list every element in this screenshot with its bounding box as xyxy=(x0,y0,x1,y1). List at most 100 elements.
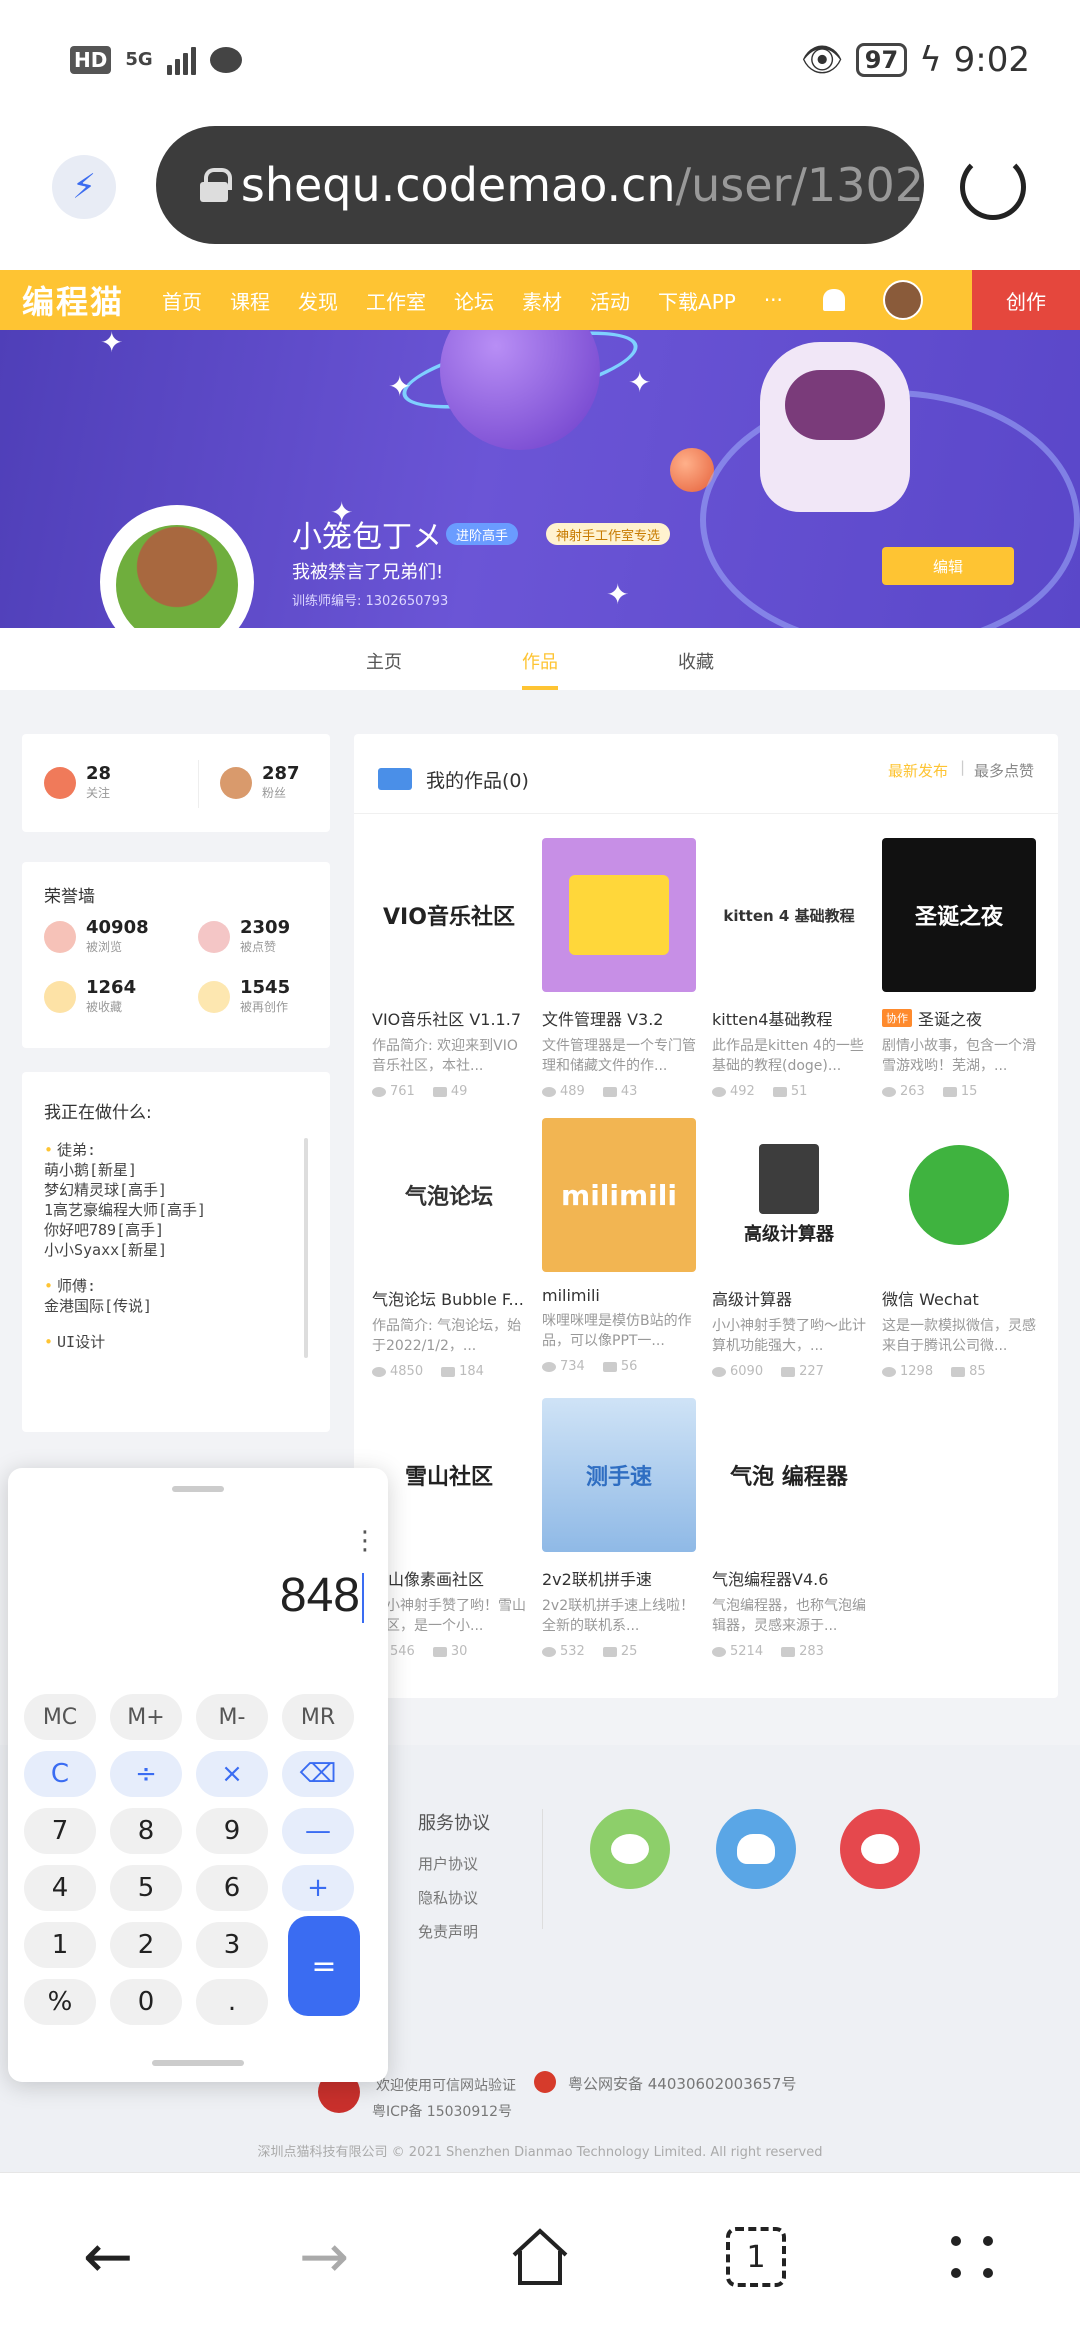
mc-key[interactable]: MC xyxy=(24,1694,96,1740)
eye-icon xyxy=(712,1646,726,1657)
key-0[interactable]: 0 xyxy=(110,1979,182,2025)
icp-record[interactable]: 粤ICP备 15030912号 xyxy=(372,2101,512,2121)
qq-icon[interactable] xyxy=(716,1809,796,1889)
sort-most-liked-button[interactable]: 最多点赞 xyxy=(974,760,1034,781)
decimal-key[interactable]: . xyxy=(196,1979,268,2025)
key-5[interactable]: 5 xyxy=(110,1865,182,1911)
work-desc: 这是一款模拟微信，灵感来自于腾讯公司微... xyxy=(882,1318,1036,1354)
edit-profile-button[interactable]: 编辑 xyxy=(882,547,1014,585)
folder-icon xyxy=(569,875,669,955)
key-6[interactable]: 6 xyxy=(196,1865,268,1911)
work-card[interactable]: 微信 Wechat 这是一款模拟微信，灵感来自于腾讯公司微... 1298 85 xyxy=(882,1118,1036,1379)
disclaimer-link[interactable]: 免责声明 xyxy=(418,1921,478,1942)
user-agreement-link[interactable]: 用户协议 xyxy=(418,1853,478,1874)
key-8[interactable]: 8 xyxy=(110,1808,182,1854)
thumbnail-text: 气泡论坛 xyxy=(404,1185,493,1210)
nav-avatar[interactable] xyxy=(882,280,923,320)
work-title: VIO音乐社区 V1.1.7 xyxy=(372,1010,522,1029)
nav-discover[interactable]: 发现 xyxy=(298,286,338,315)
m-minus-key[interactable]: M- xyxy=(196,1694,268,1740)
tab-count: 1 xyxy=(726,2227,786,2287)
create-button[interactable]: 创作 xyxy=(972,270,1080,330)
doing-scrollbar[interactable] xyxy=(304,1138,308,1358)
work-card[interactable]: 气泡论坛 气泡论坛 Bubble F... 作品简介: 气泡论坛，始于2022/… xyxy=(372,1118,526,1379)
work-card[interactable]: milimili milimili 咪哩咪哩是模仿B站的作品，可以像PPT一..… xyxy=(542,1118,696,1374)
work-card[interactable]: 圣诞之夜 协作 圣诞之夜 剧情小故事，包含一个滑雪游戏哟！芜湖，... 263 15 xyxy=(882,838,1036,1099)
equals-key[interactable]: = xyxy=(288,1916,360,2016)
work-card[interactable]: 文件管理器 V3.2 文件管理器是一个专门管理和储藏文件的作... 489 43 xyxy=(542,838,696,1099)
mr-key[interactable]: MR xyxy=(282,1694,354,1740)
m-plus-key[interactable]: M+ xyxy=(110,1694,182,1740)
nav-download-app[interactable]: 下载APP xyxy=(658,286,736,315)
nav-assets[interactable]: 素材 xyxy=(522,286,562,315)
thumbnail-text: milimili xyxy=(561,1178,677,1212)
star-icon: ✦ xyxy=(100,330,124,359)
minus-key[interactable]: — xyxy=(282,1808,354,1854)
trusted-site-text[interactable]: 欢迎使用可信网站验证 xyxy=(376,2075,516,2095)
work-card[interactable]: VIO音乐社区 VIO音乐社区 V1.1.7 作品简介: 欢迎来到VIO音乐社区… xyxy=(372,838,526,1099)
menu-dots-icon[interactable] xyxy=(936,2221,1008,2293)
tab-works[interactable]: 作品 xyxy=(522,648,558,674)
key-3[interactable]: 3 xyxy=(196,1922,268,1968)
dots-glyph xyxy=(951,2236,993,2278)
eye-icon xyxy=(712,1366,726,1377)
sort-newest-button[interactable]: 最新发布 xyxy=(888,760,948,781)
clear-key[interactable]: C xyxy=(24,1751,96,1797)
key-1[interactable]: 1 xyxy=(24,1922,96,1968)
police-record[interactable]: 粤公网安备 44030602003657号 xyxy=(568,2073,796,2094)
work-card[interactable]: 高级计算器 高级计算器 小小神射手赞了哟～此计算机功能强大，... 6090 22… xyxy=(712,1118,866,1379)
collab-tag: 协作 xyxy=(882,1009,912,1027)
calculator-display[interactable]: 848 xyxy=(280,1568,364,1624)
nav-forum[interactable]: 论坛 xyxy=(454,286,494,315)
work-card[interactable]: 气泡 编程器 气泡编程器V4.6 气泡编程器，也称气泡编辑器，灵感来源于... … xyxy=(712,1398,866,1659)
nav-home[interactable]: 首页 xyxy=(162,286,202,315)
wechat-icon[interactable] xyxy=(590,1809,670,1889)
privacy-agreement-link[interactable]: 隐私协议 xyxy=(418,1887,478,1908)
work-card[interactable]: 测手速 2v2联机拼手速 2v2联机拼手速上线啦！全新的联机系... 532 25 xyxy=(542,1398,696,1659)
tab-favorites[interactable]: 收藏 xyxy=(678,648,714,674)
police-badge-icon xyxy=(534,2071,556,2093)
home-icon[interactable] xyxy=(504,2221,576,2293)
nav-studio[interactable]: 工作室 xyxy=(366,286,426,315)
work-stats: 492 51 xyxy=(712,1084,866,1099)
doing-line: 小小Syaxx[新星] xyxy=(44,1241,168,1259)
like-hand-icon xyxy=(198,920,230,953)
more-options-icon[interactable]: ⋮ xyxy=(352,1526,378,1556)
weibo-glyph xyxy=(861,1834,899,1864)
nav-events[interactable]: 活动 xyxy=(590,286,630,315)
work-card[interactable]: 雪山社区 雪山像素画社区 小小神射手赞了哟！雪山社区，是一个小... 546 30 xyxy=(372,1398,526,1659)
key-2[interactable]: 2 xyxy=(110,1922,182,1968)
tabs-icon[interactable]: 1 xyxy=(720,2221,792,2293)
work-thumbnail: kitten 4 基础教程 xyxy=(712,838,866,992)
following-stat[interactable]: 28 关注 xyxy=(44,764,111,801)
thumb-up-icon xyxy=(772,1086,787,1097)
plus-key[interactable]: + xyxy=(282,1865,354,1911)
divide-key[interactable]: ÷ xyxy=(110,1751,182,1797)
forward-arrow-icon[interactable]: → xyxy=(288,2221,360,2293)
drag-handle[interactable] xyxy=(172,1486,224,1492)
multiply-key[interactable]: × xyxy=(196,1751,268,1797)
work-desc: 咪哩咪哩是模仿B站的作品，可以像PPT一... xyxy=(542,1313,692,1349)
back-arrow-icon[interactable]: ← xyxy=(72,2221,144,2293)
key-9[interactable]: 9 xyxy=(196,1808,268,1854)
work-card[interactable]: kitten 4 基础教程 kitten4基础教程 此作品是kitten 4的一… xyxy=(712,838,866,1099)
percent-key[interactable]: % xyxy=(24,1979,96,2025)
backspace-key[interactable]: ⌫ xyxy=(282,1751,354,1797)
weibo-icon[interactable] xyxy=(840,1809,920,1889)
nav-more-icon[interactable]: ··· xyxy=(764,288,783,312)
fans-stat[interactable]: 287 粉丝 xyxy=(198,764,300,801)
reload-icon[interactable] xyxy=(960,154,1026,220)
work-views: 492 xyxy=(730,1084,755,1099)
address-bar[interactable]: shequ.codemao.cn/user/1302 xyxy=(156,126,924,244)
key-7[interactable]: 7 xyxy=(24,1808,96,1854)
tab-home[interactable]: 主页 xyxy=(366,648,402,674)
key-4[interactable]: 4 xyxy=(24,1865,96,1911)
eye-icon xyxy=(44,920,76,953)
bell-icon[interactable] xyxy=(822,289,845,311)
nav-courses[interactable]: 课程 xyxy=(230,286,270,315)
bolt-icon[interactable]: ⚡ xyxy=(52,155,116,219)
resize-handle[interactable] xyxy=(152,2060,244,2066)
text-caret xyxy=(362,1573,364,1624)
work-stats: 546 30 xyxy=(372,1644,526,1659)
site-logo[interactable]: 编程猫 xyxy=(22,277,124,323)
